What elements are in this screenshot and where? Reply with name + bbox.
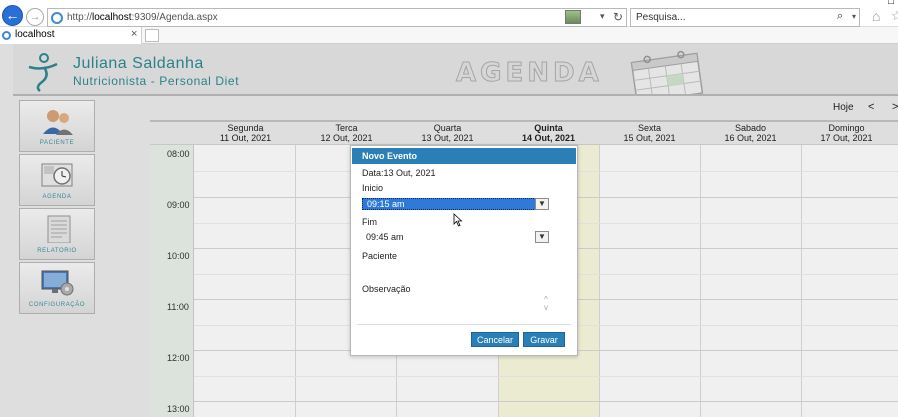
start-time-value: 09:15 am <box>367 199 405 209</box>
search-input[interactable]: Pesquisa... ⌕ ▾ <box>630 8 860 27</box>
refresh-icon[interactable]: ↻ <box>613 10 623 24</box>
search-placeholder: Pesquisa... <box>636 12 686 23</box>
url-host: localhost <box>92 12 132 23</box>
ie-tab-icon <box>2 31 11 40</box>
browser-toolbar: ← → http://localhost:9309/Agenda.aspx ▾ … <box>0 0 898 27</box>
start-label: Inicio <box>362 183 384 193</box>
restore-window-icon[interactable]: □ <box>888 0 894 7</box>
back-button[interactable]: ← <box>2 5 23 26</box>
start-time-select[interactable]: 09:15 am ▼ <box>362 198 549 210</box>
url-prefix: http:// <box>67 12 93 23</box>
search-dropdown-icon[interactable]: ▾ <box>852 12 856 21</box>
event-date-text: Data:13 Out, 2021 <box>362 168 436 178</box>
scroll-down-icon[interactable]: v <box>540 304 552 312</box>
url-path: :9309/Agenda.aspx <box>131 12 218 23</box>
new-event-dialog: Novo Evento Data:13 Out, 2021 Inicio 09:… <box>350 145 578 356</box>
cancel-button[interactable]: Cancelar <box>471 332 519 347</box>
mouse-cursor-icon <box>453 213 463 227</box>
dialog-title: Novo Evento <box>352 148 576 164</box>
notes-scroll[interactable]: ^ v <box>540 296 552 312</box>
save-button[interactable]: Gravar <box>523 332 565 347</box>
forward-button[interactable]: → <box>26 8 44 26</box>
address-dropdown-icon[interactable]: ▾ <box>600 11 605 22</box>
tab-close-icon[interactable]: × <box>131 28 137 40</box>
favorites-icon[interactable]: ☆ <box>891 8 898 24</box>
chevron-down-icon[interactable]: ▼ <box>535 231 549 243</box>
compat-view-icon[interactable] <box>565 10 581 24</box>
chevron-down-icon[interactable]: ▼ <box>535 198 549 210</box>
end-time-select[interactable]: 09:45 am ▼ <box>362 231 549 244</box>
tab-title: localhost <box>15 29 55 40</box>
tab-localhost[interactable]: localhost × <box>0 27 142 44</box>
end-label: Fim <box>362 217 377 227</box>
end-time-value: 09:45 am <box>366 232 404 242</box>
new-tab-button[interactable] <box>145 29 159 42</box>
notes-label: Observação <box>362 284 411 294</box>
url-text[interactable]: http://localhost:9309/Agenda.aspx <box>67 12 218 23</box>
ie-page-icon <box>51 12 63 24</box>
dialog-divider <box>357 324 571 325</box>
home-icon[interactable]: ⌂ <box>872 8 880 24</box>
tab-bar: localhost × <box>0 27 898 44</box>
address-bar[interactable]: http://localhost:9309/Agenda.aspx ▾ ↻ <box>47 8 627 27</box>
patient-label: Paciente <box>362 251 398 261</box>
search-icon[interactable]: ⌕ <box>837 10 843 23</box>
